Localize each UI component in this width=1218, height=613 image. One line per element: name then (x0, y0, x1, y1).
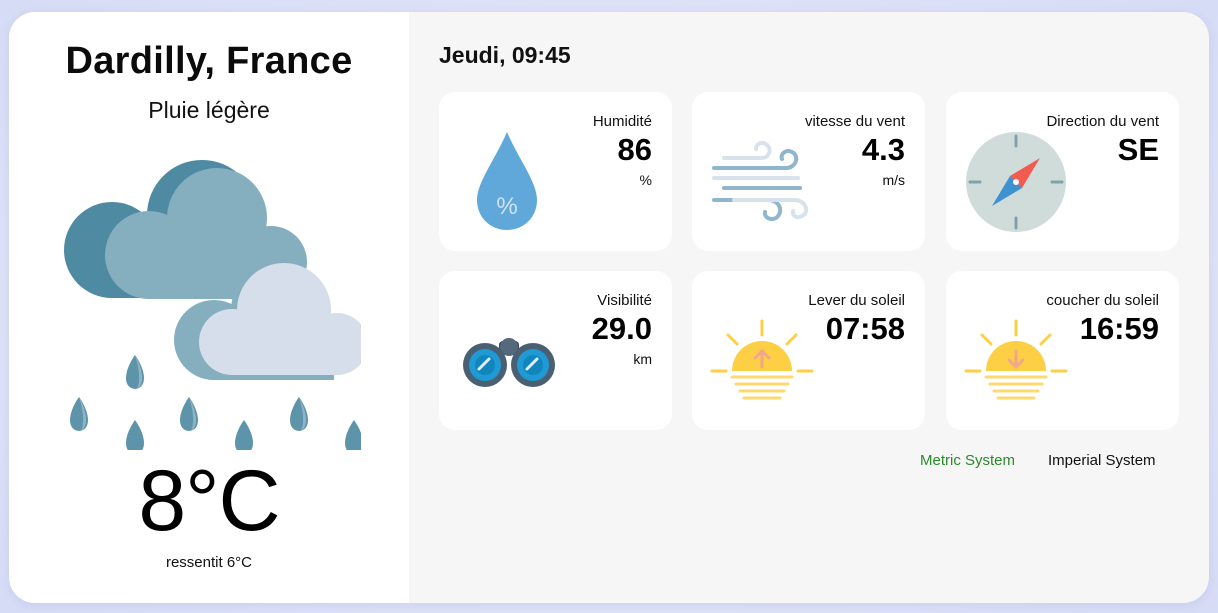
sunset-icon (964, 319, 1068, 400)
current-temperature: 8°C (138, 453, 280, 549)
wind-speed-unit: m/s (882, 172, 905, 188)
feels-like: ressentit 6°C (9, 554, 409, 571)
weather-description: Pluie légère (148, 97, 270, 123)
metric-system-button[interactable]: Metric System (920, 452, 1015, 469)
wind-speed-card: vitesse du vent 4.3 m/s (692, 92, 925, 251)
visibility-card: Visibilité 29.0 km (439, 271, 672, 430)
sunrise-title: Lever du soleil (808, 292, 905, 309)
visibility-title: Visibilité (597, 292, 652, 309)
svg-text:%: % (496, 193, 517, 220)
current-weather-panel: Dardilly, France Pluie légère 8°C ressen… (9, 12, 409, 603)
wind-icon (712, 140, 809, 222)
binoculars-icon (463, 338, 555, 387)
visibility-unit: km (633, 351, 652, 367)
wind-direction-title: Direction du vent (1046, 113, 1159, 130)
wind-speed-value: 4.3 (861, 132, 905, 167)
imperial-system-button[interactable]: Imperial System (1048, 452, 1156, 469)
visibility-value: 29.0 (591, 311, 652, 346)
sunrise-icon (710, 319, 814, 400)
sunset-card: coucher du soleil 16:59 (946, 271, 1179, 430)
humidity-card: % Humidité 86 % (439, 92, 672, 251)
compass-icon (966, 132, 1066, 232)
wind-speed-title: vitesse du vent (804, 113, 905, 130)
wind-direction-card: Direction du vent SE (946, 92, 1179, 251)
city-name: Dardilly, France (65, 40, 353, 82)
cloud-rain-icon (64, 160, 361, 450)
weather-app: Dardilly, France Pluie légère 8°C ressen… (9, 12, 1209, 603)
humidity-value: 86 (617, 132, 652, 167)
feels-like-value: 6°C (226, 554, 253, 571)
humidity-drop-icon: % (477, 132, 537, 230)
feels-like-label: ressentit (165, 554, 223, 571)
sunrise-value: 07:58 (825, 311, 905, 346)
sunset-value: 16:59 (1079, 311, 1159, 346)
details-panel: Jeudi, 09:45 % Humidité 86 % vitesse du … (409, 12, 1209, 603)
wind-direction-value: SE (1117, 132, 1159, 167)
sunrise-card: Lever du soleil 07:58 (692, 271, 925, 430)
humidity-title: Humidité (592, 113, 652, 130)
date-time: Jeudi, 09:45 (439, 42, 571, 68)
sunset-title: coucher du soleil (1046, 292, 1159, 309)
humidity-unit: % (639, 172, 652, 188)
